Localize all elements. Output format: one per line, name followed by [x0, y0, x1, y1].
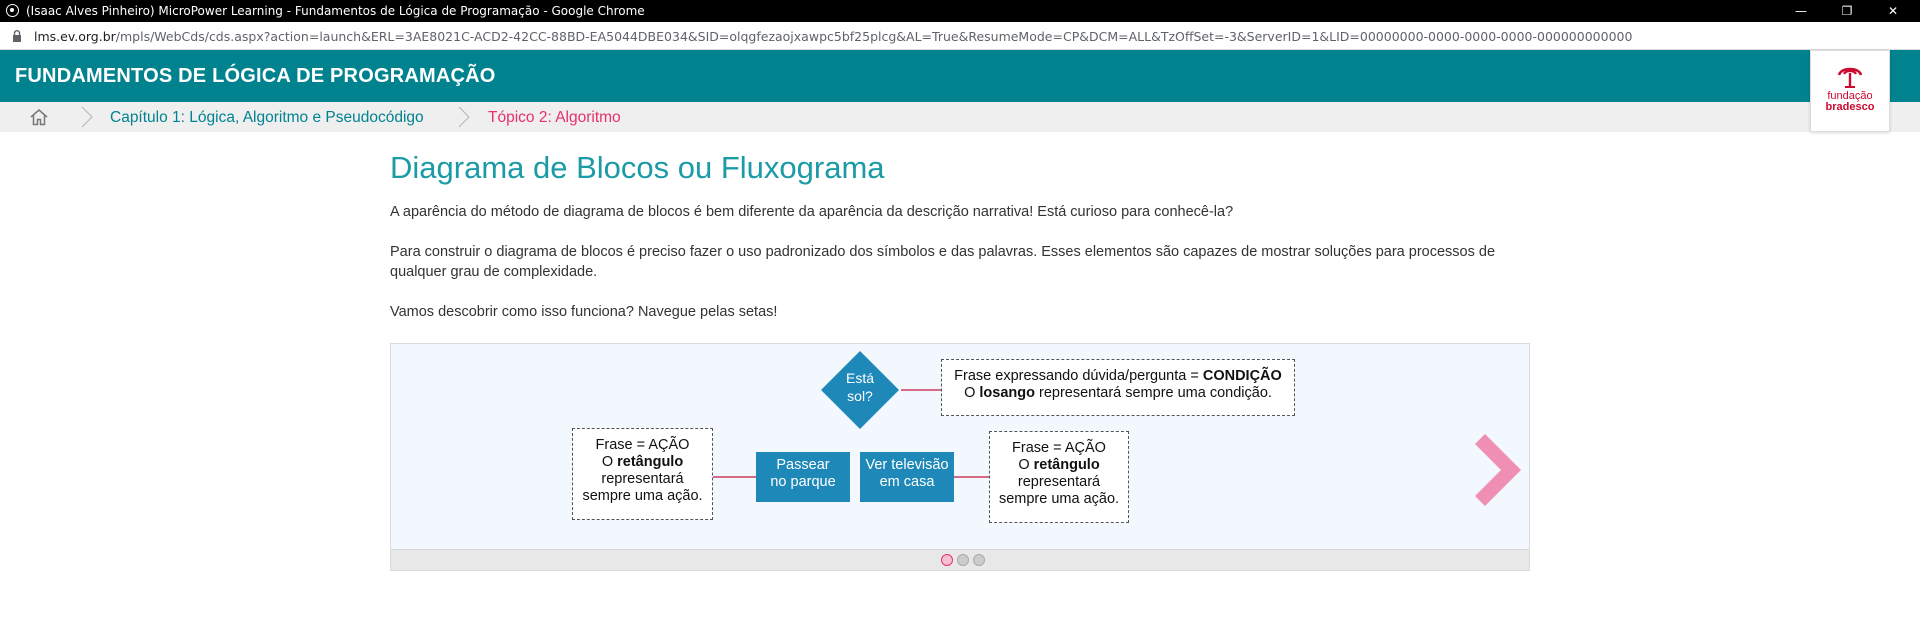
breadcrumb: Capítulo 1: Lógica, Algoritmo e Pseudocó… — [0, 102, 1920, 132]
breadcrumb-chapter-link[interactable]: Capítulo 1: Lógica, Algoritmo e Pseudocó… — [110, 109, 424, 127]
pager-dot-3[interactable] — [973, 554, 985, 566]
condition-note: Frase expressando dúvida/pergunta = COND… — [941, 359, 1295, 416]
fundacao-bradesco-logo[interactable]: fundação bradesco — [1810, 50, 1890, 132]
intro-paragraph: A aparência do método de diagrama de blo… — [390, 204, 1234, 220]
action-note-text: O — [1018, 457, 1034, 473]
condition-note-text: Frase expressando dúvida/pergunta = — [954, 368, 1203, 384]
pager-dot-1[interactable] — [941, 554, 953, 566]
minimize-button[interactable]: — — [1778, 0, 1824, 22]
main-content: Diagrama de Blocos ou Fluxograma A aparê… — [390, 148, 1530, 322]
action-box-televisao: Ver televisão em casa — [860, 452, 954, 502]
bradesco-tree-icon — [1837, 67, 1863, 88]
address-bar[interactable]: lms.ev.org.br/mpls/WebCds/cds.aspx?actio… — [0, 22, 1920, 50]
action-note-left: Frase = AÇÃO O retângulo representará se… — [572, 428, 713, 520]
condition-note-text: representará sempre uma condição. — [1034, 385, 1272, 401]
action-box-text: Passear — [776, 457, 830, 473]
action-box-passear: Passear no parque — [756, 452, 850, 502]
close-button[interactable]: ✕ — [1870, 0, 1916, 22]
action-box-text: no parque — [770, 474, 836, 490]
decision-text-line: Está — [845, 370, 874, 386]
breadcrumb-separator-icon — [458, 106, 470, 128]
decision-text: Está sol? — [821, 369, 899, 405]
connector-line — [954, 476, 989, 478]
flowchart-slideshow: Está sol? Frase expressando dúvida/pergu… — [390, 343, 1530, 571]
pager-dot-2[interactable] — [957, 554, 969, 566]
course-title: FUNDAMENTOS DE LÓGICA DE PROGRAMAÇÃO — [15, 65, 496, 87]
lock-icon — [13, 30, 21, 42]
action-note-text: representará — [601, 471, 684, 487]
logo-text-bradesco: bradesco — [1825, 101, 1875, 113]
action-note-bold: retângulo — [1033, 457, 1100, 473]
slide-area: Está sol? Frase expressando dúvida/pergu… — [391, 344, 1529, 549]
connector-line — [901, 389, 941, 391]
chrome-icon — [6, 4, 19, 17]
action-note-text: sempre uma ação. — [582, 488, 703, 504]
breadcrumb-topic-current: Tópico 2: Algoritmo — [488, 109, 621, 126]
action-box-text: em casa — [879, 474, 935, 490]
action-note-right: Frase = AÇÃO O retângulo representará se… — [989, 431, 1129, 523]
url-host: lms.ev.org.br — [34, 29, 116, 44]
home-icon[interactable] — [29, 108, 49, 126]
action-note-bold: retângulo — [617, 454, 684, 470]
page-title: Diagrama de Blocos ou Fluxograma — [390, 150, 885, 185]
decision-text-line: sol? — [847, 388, 873, 404]
action-note-text: Frase = AÇÃO — [1012, 440, 1106, 456]
action-note-text: sempre uma ação. — [998, 491, 1120, 507]
action-note-text: O — [601, 454, 618, 470]
window-title: (Isaac Alves Pinheiro) MicroPower Learni… — [26, 4, 645, 18]
action-note-text: representará — [1017, 474, 1101, 490]
connector-line — [713, 476, 756, 478]
slide-pager — [391, 549, 1529, 570]
condition-note-text: O — [964, 385, 980, 401]
action-note-text: Frase = AÇÃO — [595, 437, 690, 453]
condition-note-bold: losango — [979, 385, 1035, 401]
instruction-paragraph: Vamos descobrir como isso funciona? Nave… — [390, 304, 778, 320]
explanation-paragraph: Para construir o diagrama de blocos é pr… — [390, 244, 1496, 280]
url-path: /mpls/WebCds/cds.aspx?action=launch&ERL=… — [115, 29, 1633, 44]
action-box-text: Ver televisão — [865, 457, 949, 473]
url-text[interactable]: lms.ev.org.br/mpls/WebCds/cds.aspx?actio… — [34, 29, 1632, 44]
course-header: FUNDAMENTOS DE LÓGICA DE PROGRAMAÇÃO — [0, 50, 1920, 102]
next-arrow-icon[interactable] — [1473, 434, 1525, 506]
condition-note-bold: CONDIÇÃO — [1202, 368, 1282, 384]
breadcrumb-separator-icon — [81, 106, 93, 128]
restore-button[interactable]: ❐ — [1824, 0, 1870, 22]
browser-title-bar: (Isaac Alves Pinheiro) MicroPower Learni… — [0, 0, 1920, 22]
